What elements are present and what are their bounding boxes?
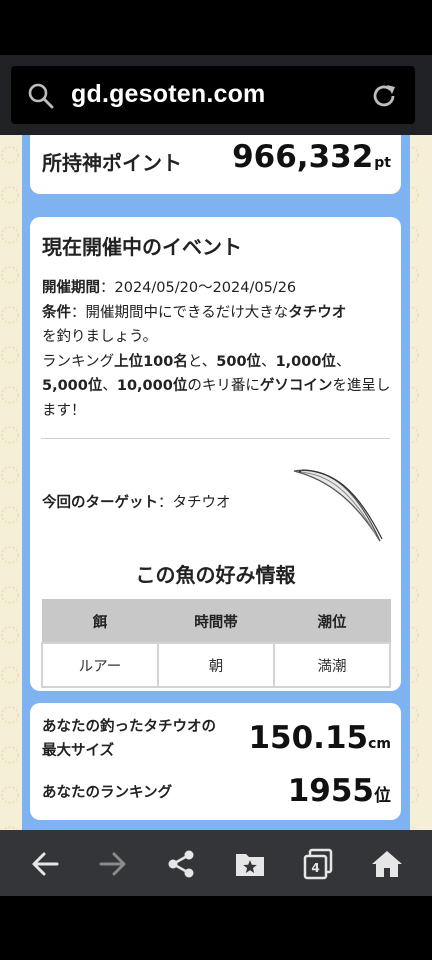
home-icon[interactable] <box>367 844 407 884</box>
value-tide: 満潮 <box>273 642 391 688</box>
header-time: 時間帯 <box>157 599 275 644</box>
value-time: 朝 <box>157 642 275 688</box>
event-card: 現在開催中のイベント 開催期間：2024/05/20〜2024/05/26 条件… <box>30 217 401 691</box>
url-text[interactable]: gd.gesoten.com <box>71 80 266 109</box>
points-number: 966,332 <box>232 139 374 175</box>
browser-bottom-bar: 4 <box>0 830 432 896</box>
ranking-number: 1955 <box>287 773 374 809</box>
web-page: 所持神ポイント 966,332pt 現在開催中のイベント 開催期間：2024/0… <box>0 135 432 830</box>
header-tide: 潮位 <box>273 599 391 644</box>
rank-top: 上位100名 <box>114 353 188 370</box>
max-size-label: あなたの釣ったタチウオの 最大サイズ <box>42 715 216 763</box>
points-value: 966,332pt <box>232 139 391 175</box>
tabs-icon[interactable]: 4 <box>298 844 338 884</box>
rank-text: と、 <box>187 353 217 370</box>
forward-icon[interactable] <box>93 844 133 884</box>
rank-text: 、 <box>261 353 276 370</box>
points-card: 所持神ポイント 966,332pt <box>30 135 401 194</box>
max-size-number: 150.15 <box>248 720 369 756</box>
ranking-label: あなたのランキング <box>42 785 173 801</box>
reload-icon[interactable] <box>369 81 399 115</box>
header-bait: 餌 <box>41 599 159 644</box>
period-label: 開催期間 <box>42 280 100 296</box>
rank-text: のキリ番に <box>187 378 260 394</box>
target-value: ：タチウオ <box>158 495 231 511</box>
share-icon[interactable] <box>161 844 201 884</box>
period-value: ：2024/05/20〜2024/05/26 <box>100 280 297 296</box>
address-bar[interactable]: gd.gesoten.com <box>11 66 415 124</box>
ranking-value: 1955位 <box>288 773 391 809</box>
target-label: 今回のターゲット <box>42 495 158 511</box>
max-size-label-line1: あなたの釣ったタチウオの <box>42 719 216 735</box>
points-label: 所持神ポイント <box>42 151 182 175</box>
search-icon <box>27 82 55 114</box>
tab-count: 4 <box>311 861 319 875</box>
condition-text-2: を釣りましょう。 <box>42 329 158 345</box>
bookmarks-icon[interactable] <box>230 844 270 884</box>
points-unit: pt <box>374 155 391 171</box>
back-icon[interactable] <box>25 844 65 884</box>
event-title: 現在開催中のイベント <box>42 235 242 259</box>
preference-title: この魚の好み情報 <box>135 563 296 587</box>
value-bait: ルアー <box>41 642 159 688</box>
condition-text: ：開催期間中にできるだけ大きな <box>71 304 289 321</box>
fish-illustration <box>293 469 383 542</box>
rank-text: 、 <box>102 378 117 394</box>
rank-10000: 10,000位 <box>116 378 188 394</box>
rank-1000: 1,000位 <box>275 353 336 370</box>
max-size-unit: cm <box>368 736 391 752</box>
target-fish: 今回のターゲット：タチウオ <box>42 491 231 512</box>
geso-coin: ゲソコイン <box>259 378 333 394</box>
event-description: 開催期間：2024/05/20〜2024/05/26 条件：開催期間中にできるだ… <box>42 276 392 423</box>
divider <box>41 438 390 439</box>
system-navigation-bar <box>0 896 432 960</box>
max-size-value: 150.15cm <box>248 720 391 756</box>
rank-text: ランキング <box>42 353 115 370</box>
result-card: あなたの釣ったタチウオの 最大サイズ 150.15cm あなたのランキング 195… <box>30 703 401 820</box>
condition-fish: タチウオ <box>288 304 347 321</box>
preference-table: 餌 時間帯 潮位 ルアー 朝 満潮 <box>41 599 391 688</box>
rank-text: 、 <box>335 353 351 370</box>
browser-toolbar: gd.gesoten.com <box>0 55 432 135</box>
status-bar <box>0 0 432 55</box>
rank-500: 500位 <box>216 353 262 370</box>
rank-5000: 5,000位 <box>42 378 103 394</box>
ranking-unit: 位 <box>374 786 391 806</box>
max-size-label-line2: 最大サイズ <box>42 743 115 759</box>
condition-label: 条件 <box>42 304 71 321</box>
